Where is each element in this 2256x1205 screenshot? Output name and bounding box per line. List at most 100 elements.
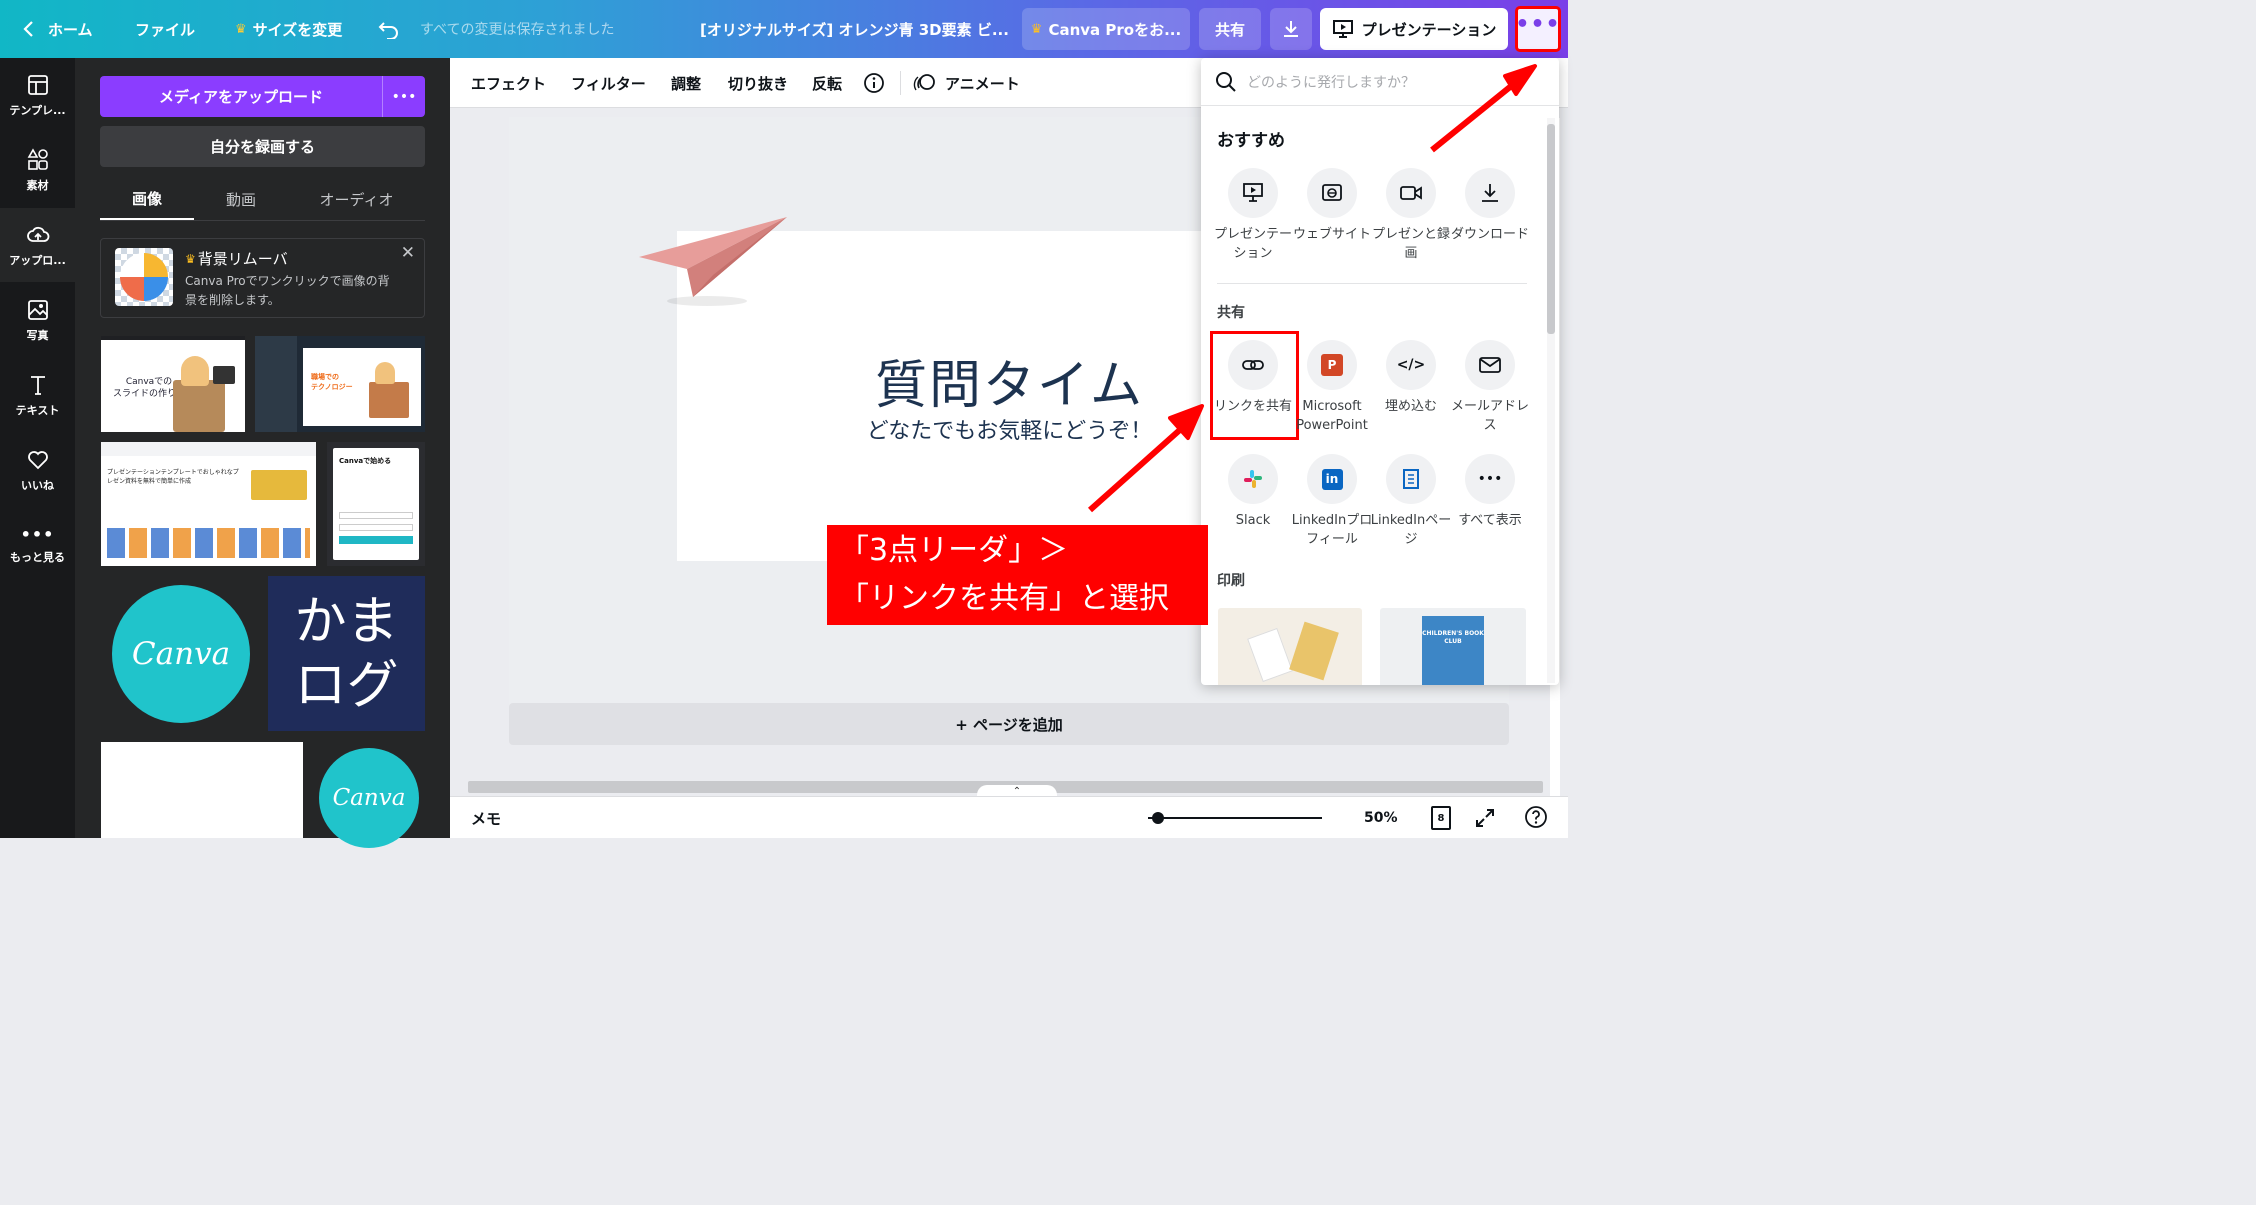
document-title[interactable]: [オリジナルサイズ] オレンジ青 3D要素 ビ...	[700, 0, 1009, 58]
filter-button[interactable]: フィルター	[571, 58, 646, 108]
rail-item-templates[interactable]: テンプレ...	[0, 58, 75, 132]
rail-item-more[interactable]: ••• もっと見る	[0, 508, 75, 582]
option-linkedin-page[interactable]: LinkedInページ	[1371, 454, 1451, 549]
website-icon	[1322, 184, 1342, 201]
photo-icon	[27, 299, 48, 320]
zoom-slider[interactable]	[1148, 812, 1322, 824]
kamalog-thumb[interactable]: かま ログ	[268, 576, 425, 731]
rail-item-text[interactable]: テキスト	[0, 358, 75, 432]
promo-description: Canva Proでワンクリックで画像の背 景を削除します。	[185, 272, 390, 310]
present-button[interactable]: プレゼンテーション	[1320, 8, 1508, 50]
upload-media-label: メディアをアップロード	[159, 88, 323, 106]
option-presentation[interactable]: プレゼンテーション	[1213, 168, 1293, 263]
option-email[interactable]: メールアドレス	[1450, 340, 1530, 435]
info-button[interactable]	[863, 58, 885, 108]
tab-videos[interactable]: 動画	[194, 178, 288, 220]
upload-thumb-3[interactable]: プレゼンテーションテンプレートでおしゃれなプ レゼン資料を無料で簡単に作成	[101, 442, 316, 566]
record-yourself-button[interactable]: 自分を録画する	[100, 126, 425, 167]
upload-thumb-1[interactable]: Canvaでの スライドの作り方	[101, 336, 245, 432]
recommended-heading: おすすめ	[1217, 131, 1285, 151]
crown-icon: ♛	[235, 21, 247, 37]
more-options-button[interactable]: •••	[1515, 6, 1561, 52]
close-icon[interactable]: ✕	[401, 243, 415, 263]
highlight-box	[1210, 331, 1299, 440]
option-present-and-record[interactable]: プレゼンと録画	[1371, 168, 1451, 263]
rail-item-photos[interactable]: 写真	[0, 283, 75, 357]
tab-images[interactable]: 画像	[100, 178, 194, 220]
fullscreen-button[interactable]	[1474, 807, 1496, 829]
option-label: メールアドレス	[1450, 399, 1529, 433]
chevron-left-icon	[23, 21, 33, 37]
rail-label: アップロ...	[9, 253, 66, 267]
canva-pro-label: Canva Proをお...	[1048, 20, 1182, 39]
option-linkedin-profile[interactable]: in LinkedInプロフィール	[1292, 454, 1372, 549]
expand-icon	[1476, 809, 1494, 827]
promo-title: 背景リムーバ	[197, 250, 288, 268]
option-label: ダウンロード	[1450, 227, 1529, 242]
upload-thumb-4[interactable]: Canvaで始める	[327, 442, 425, 566]
option-label: LinkedInプロフィール	[1291, 513, 1373, 547]
thumb-text: レゼン資料を無料で簡単に作成	[107, 478, 192, 485]
present-label: プレゼンテーション	[1361, 20, 1497, 39]
rail-label: いいね	[21, 478, 54, 492]
effects-button[interactable]: エフェクト	[471, 58, 546, 108]
option-download[interactable]: ダウンロード	[1450, 168, 1530, 244]
zoom-slider-handle[interactable]	[1152, 812, 1164, 824]
option-website[interactable]: ウェブサイト	[1292, 168, 1372, 244]
annotation-line: 「3点リーダ」＞	[839, 533, 1069, 568]
print-heading: 印刷	[1217, 573, 1245, 589]
home-button[interactable]: ホーム	[22, 0, 93, 58]
option-label: LinkedInページ	[1370, 513, 1452, 547]
annotation-line: 「リンクを共有」と選択	[839, 581, 1169, 616]
annotation-callout: 「3点リーダ」＞ 「リンクを共有」と選択	[827, 525, 1208, 625]
notes-button[interactable]: メモ	[471, 797, 501, 839]
crop-button[interactable]: 切り抜き	[728, 58, 788, 108]
share-button[interactable]: 共有	[1199, 8, 1261, 50]
page-count: 8	[1437, 812, 1445, 824]
tab-audio[interactable]: オーディオ	[288, 178, 425, 220]
file-menu[interactable]: ファイル	[135, 0, 195, 58]
add-page-button[interactable]: + ページを追加	[509, 703, 1509, 745]
undo-icon	[378, 22, 398, 39]
rail-item-likes[interactable]: いいね	[0, 433, 75, 507]
resize-button[interactable]: ♛ サイズを変更	[235, 0, 342, 58]
popup-scrollbar[interactable]	[1547, 118, 1555, 683]
upload-thumb-2[interactable]: 職場での テクノロジー	[255, 336, 425, 432]
rail-item-uploads[interactable]: アップロ...	[0, 208, 75, 282]
rail-item-elements[interactable]: 素材	[0, 133, 75, 207]
canva-logo-thumb-2[interactable]: Canva	[319, 748, 419, 848]
option-slack[interactable]: Slack	[1213, 454, 1293, 530]
thumb-text: プレゼンテーションテンプレートでおしゃれなプ	[107, 469, 239, 476]
beach-ball-image	[115, 248, 173, 306]
left-rail: テンプレ... 素材 アップロ... 写真 テキスト いいね ••• もっと見る	[0, 58, 75, 838]
animate-button[interactable]: アニメート	[913, 58, 1020, 108]
option-powerpoint[interactable]: P Microsoft PowerPoint	[1292, 340, 1372, 435]
toolbar-divider	[900, 71, 901, 95]
adjust-button[interactable]: 調整	[671, 58, 701, 108]
rail-label: 素材	[26, 178, 49, 192]
present-icon	[1243, 183, 1263, 202]
option-label: すべて表示	[1458, 513, 1522, 528]
option-see-all[interactable]: ••• すべて表示	[1450, 454, 1530, 530]
print-card-business-cards[interactable]	[1218, 608, 1362, 685]
canva-logo-thumb[interactable]: Canva	[101, 576, 261, 731]
page-count-button[interactable]: 8	[1431, 806, 1451, 830]
print-card-book-cover[interactable]: CHILDREN'S BOOK CLUB	[1380, 608, 1526, 685]
rail-label: もっと見る	[10, 551, 65, 564]
flip-button[interactable]: 反転	[812, 58, 842, 108]
upload-media-button[interactable]: メディアをアップロード •••	[100, 76, 425, 117]
background-remover-promo[interactable]: ♛ 背景リムーバ Canva Proでワンクリックで画像の背 景を削除します。 …	[100, 238, 425, 318]
undo-button[interactable]	[378, 0, 400, 58]
zoom-level[interactable]: 50%	[1364, 797, 1398, 839]
upload-more-button[interactable]: •••	[382, 76, 425, 117]
crown-icon: ♛	[1030, 21, 1043, 37]
option-label: ウェブサイト	[1292, 227, 1371, 242]
publish-search[interactable]: どのように発行しますか？	[1201, 58, 1559, 106]
option-embed[interactable]: </> 埋め込む	[1371, 340, 1451, 416]
help-button[interactable]	[1524, 805, 1548, 829]
upload-thumb-white[interactable]	[101, 742, 303, 838]
mail-icon	[1479, 357, 1501, 373]
download-button[interactable]	[1270, 8, 1312, 50]
canva-pro-button[interactable]: ♛ Canva Proをお...	[1022, 8, 1190, 50]
promo-desc-line: 景を削除します。	[185, 293, 280, 307]
